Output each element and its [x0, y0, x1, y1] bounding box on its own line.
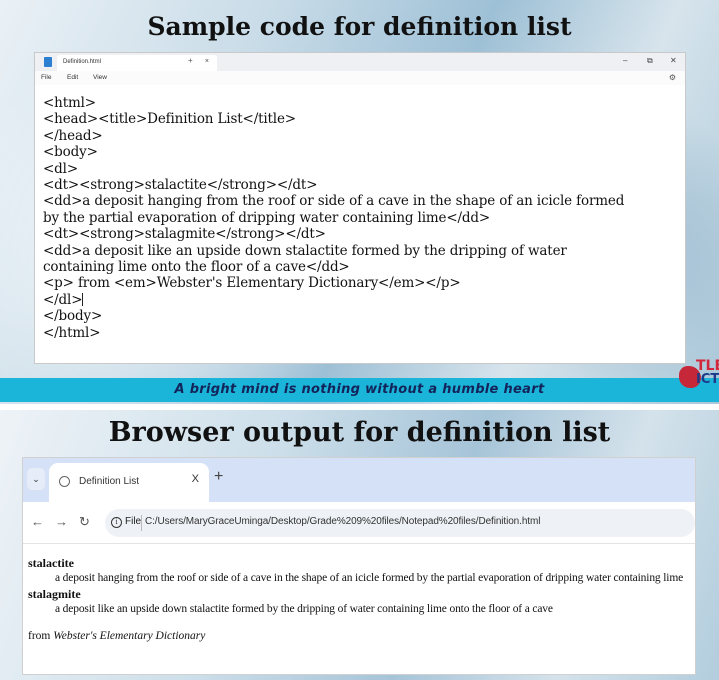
notepad-tabbar: Definition.html × + – ⧉ ✕: [35, 53, 685, 71]
definition-term: stalagmite: [28, 587, 81, 601]
notepad-menubar: File Edit View ⚙: [35, 71, 685, 85]
output-slide: Browser output for definition list ⌄ Def…: [0, 409, 719, 680]
notepad-tab-title: Definition.html: [63, 59, 102, 65]
page-content: stalactite a deposit hanging from the ro…: [23, 544, 695, 643]
code-line: <dl>: [43, 160, 78, 177]
url-text[interactable]: C:/Users/MaryGraceUminga/Desktop/Grade%2…: [145, 516, 540, 527]
code-line: <body>: [43, 144, 98, 161]
definition-description: a deposit hanging from the roof or side …: [55, 572, 684, 584]
code-line: </head>: [43, 127, 103, 144]
gear-icon[interactable]: ⚙: [669, 73, 676, 82]
code-line: <dt><strong>stalagmite</strong></dt>: [43, 226, 326, 243]
code-line: <dd>a deposit like an upside down stalac…: [43, 242, 567, 259]
reload-icon[interactable]: ↻: [79, 514, 90, 530]
code-line: <dd>a deposit hanging from the roof or s…: [43, 193, 625, 210]
code-line-with-caret: </dl>: [43, 292, 685, 308]
code-line: <head><title>Definition List</title>: [43, 111, 296, 128]
browser-tabbar: ⌄ Definition List X +: [23, 458, 695, 502]
notepad-app-icon: [44, 57, 52, 67]
code-line: <html>: [43, 95, 96, 111]
close-icon[interactable]: ×: [205, 58, 209, 65]
notepad-window: Definition.html × + – ⧉ ✕ File Edit View…: [34, 52, 686, 364]
address-separator: [141, 515, 142, 531]
browser-tab-title: Definition List: [79, 476, 140, 487]
scheme-label: File: [125, 516, 142, 527]
code-line: <p> from <em>Webster's Elementary Dictio…: [43, 275, 461, 292]
code-line: </body>: [43, 308, 103, 325]
menu-view[interactable]: View: [93, 74, 107, 81]
output-slide-title: Browser output for definition list: [108, 417, 611, 448]
close-icon[interactable]: X: [192, 473, 199, 485]
notepad-text-area[interactable]: <html> <head><title>Definition List</tit…: [35, 85, 685, 341]
slide-divider: [0, 404, 719, 410]
new-tab-icon[interactable]: +: [188, 56, 193, 65]
notepad-tab[interactable]: Definition.html ×: [57, 55, 217, 71]
text-caret: [82, 292, 84, 306]
maximize-icon[interactable]: ⧉: [647, 56, 653, 66]
motto-banner: A bright mind is nothing without a humbl…: [0, 378, 719, 402]
code-slide: Sample code for definition list Definiti…: [0, 0, 719, 406]
code-line: <dt><strong>stalactite</strong></dt>: [43, 177, 318, 194]
info-icon[interactable]: i: [111, 517, 122, 528]
motto-text: A bright mind is nothing without a humbl…: [174, 382, 545, 397]
tle-ict-logo: TLE ICT: [676, 358, 719, 400]
code-line: containing lime onto the floor of a cave…: [43, 259, 350, 276]
address-bar[interactable]: i File C:/Users/MaryGraceUminga/Desktop/…: [105, 509, 695, 537]
definition-term: stalactite: [28, 556, 74, 570]
code-slide-title: Sample code for definition list: [147, 12, 572, 41]
menu-edit[interactable]: Edit: [67, 74, 78, 81]
browser-window: ⌄ Definition List X + ← → ↻ i File C:/Us…: [22, 457, 696, 675]
definition-description: a deposit like an upside down stalactite…: [55, 603, 553, 615]
browser-tab[interactable]: Definition List X: [49, 463, 209, 502]
code-line-text: </dl>: [43, 291, 83, 308]
new-tab-icon[interactable]: +: [214, 468, 223, 486]
menu-file[interactable]: File: [41, 74, 51, 81]
source-title: Webster's Elementary Dictionary: [53, 630, 206, 642]
back-arrow-icon[interactable]: ←: [31, 514, 44, 529]
source-paragraph: from Webster's Elementary Dictionary: [28, 629, 695, 643]
window-close-icon[interactable]: ✕: [670, 56, 677, 65]
logo-text-ict: ICT: [696, 372, 719, 387]
code-line: by the partial evaporation of dripping w…: [43, 209, 491, 226]
source-prefix: from: [28, 630, 54, 642]
tab-search-button[interactable]: ⌄: [27, 468, 45, 490]
forward-arrow-icon[interactable]: →: [55, 514, 68, 529]
browser-toolbar: ← → ↻ i File C:/Users/MaryGraceUminga/De…: [23, 502, 695, 544]
globe-icon: [59, 476, 70, 487]
minimize-icon[interactable]: –: [623, 56, 627, 65]
code-line: </html>: [43, 324, 101, 341]
